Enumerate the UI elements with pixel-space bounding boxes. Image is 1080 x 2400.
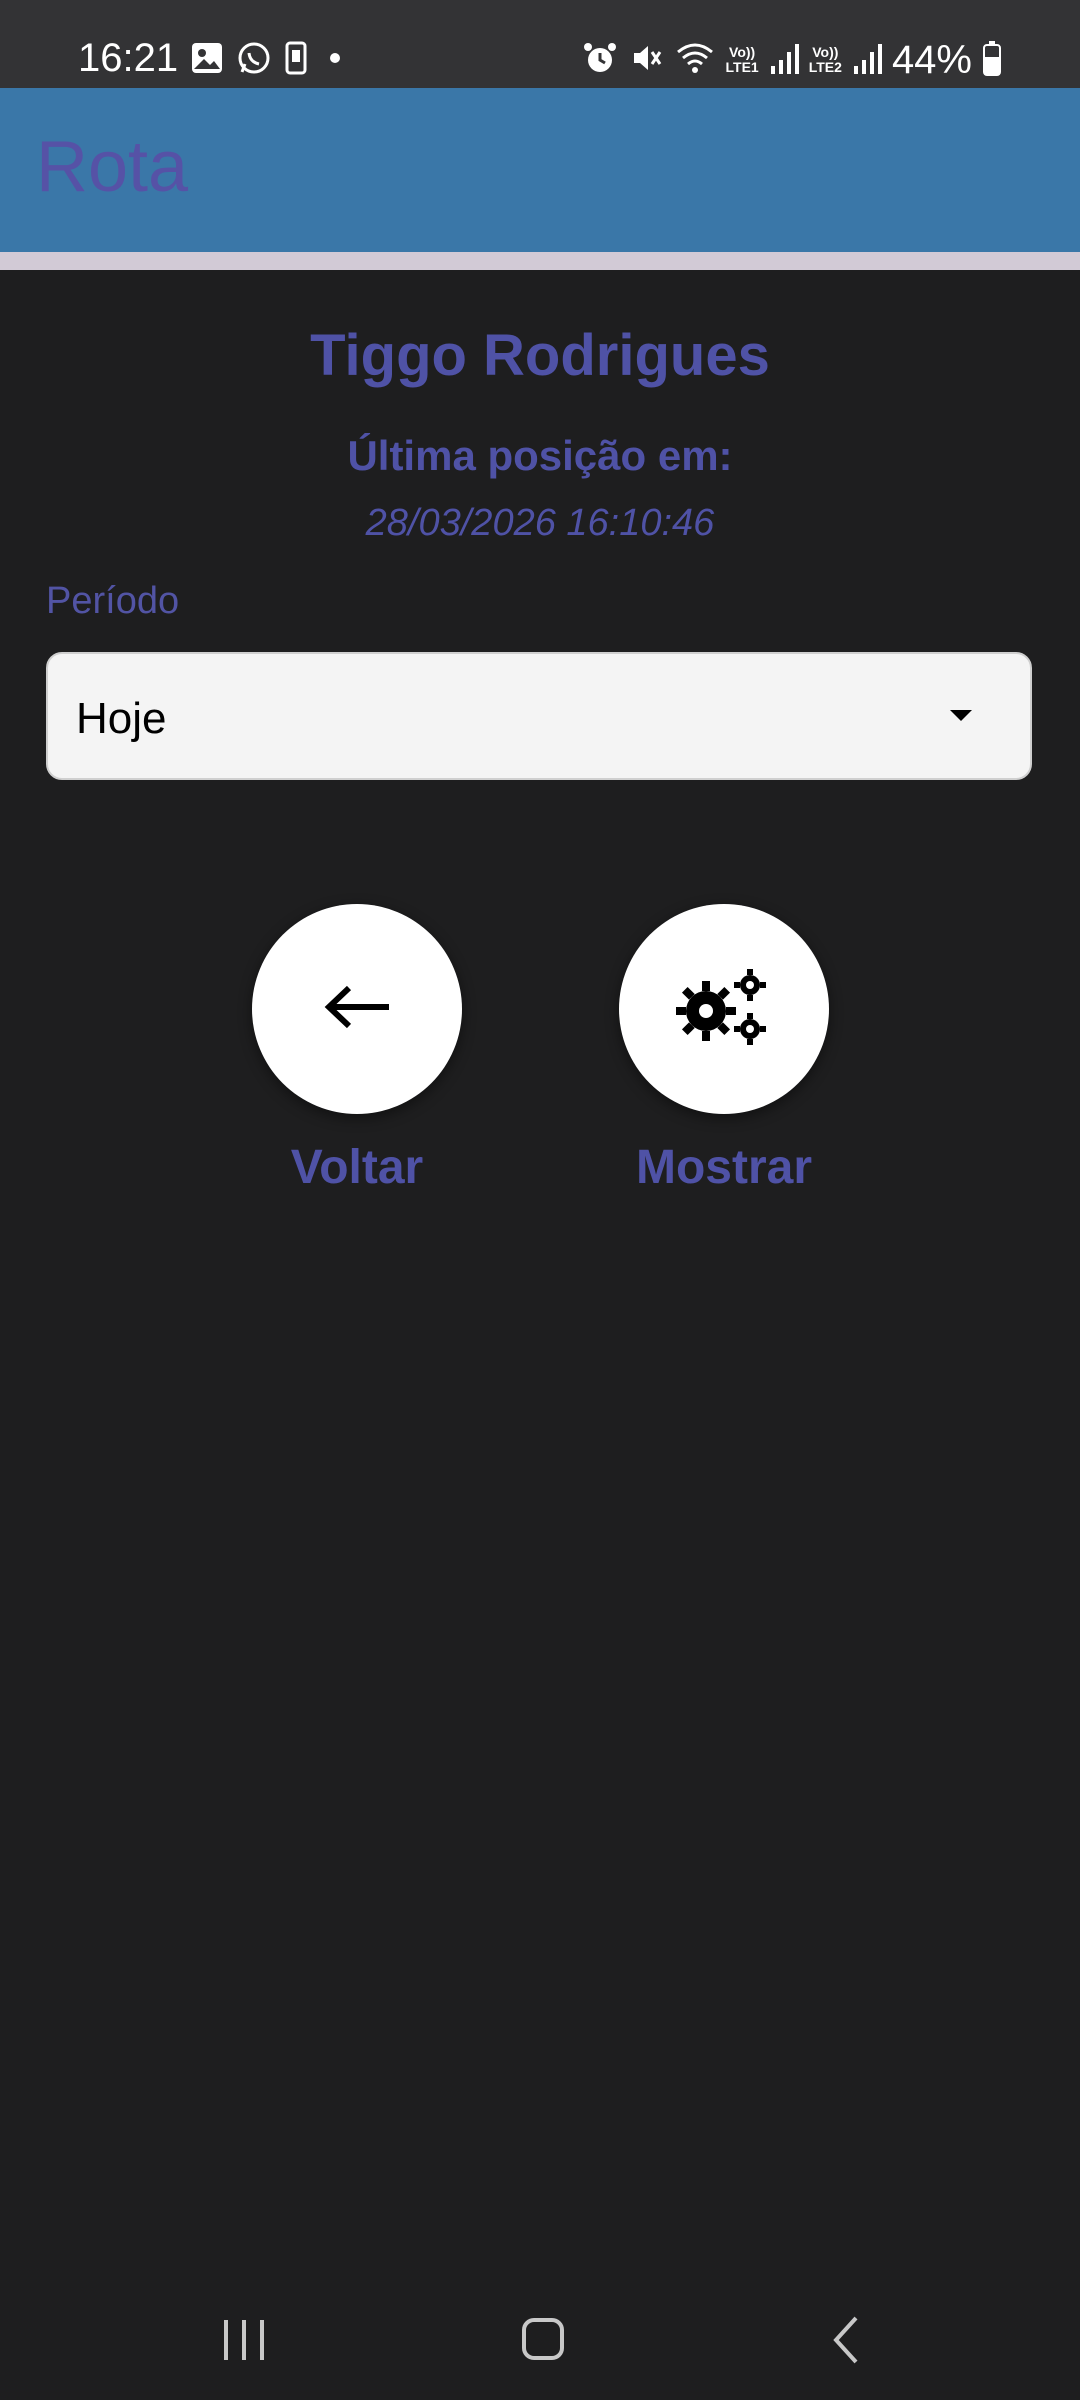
caret-down-icon [950, 710, 972, 721]
status-bar: 16:21 Vo)) LTE1 Vo)) LTE2 44% [0, 0, 1080, 88]
app-bar: Rota [0, 88, 1080, 252]
phone-icon [284, 40, 308, 81]
gallery-icon [190, 41, 224, 80]
last-position-time: 28/03/2026 16:10:46 [365, 502, 715, 544]
battery-icon [982, 40, 1002, 81]
back-button-label[interactable]: Voltar [207, 1140, 507, 1195]
mute-icon [628, 40, 664, 81]
app-bar-divider [0, 252, 1080, 270]
dot-icon [320, 43, 350, 78]
recent-apps-icon[interactable] [222, 2310, 266, 2375]
gears-icon [676, 967, 772, 1052]
sim2-network: Vo)) LTE2 [808, 44, 842, 75]
battery-percentage: 44% [891, 37, 972, 82]
show-button-label[interactable]: Mostrar [574, 1140, 874, 1195]
signal-icon [769, 40, 799, 81]
status-left-icons [190, 40, 350, 80]
period-select[interactable]: Hoje [46, 652, 1032, 780]
system-nav-bar [0, 2280, 1080, 2400]
last-position-label: Última posição em: [347, 432, 733, 479]
whatsapp-icon [236, 40, 272, 81]
period-select-value: Hoje [76, 694, 167, 743]
wifi-icon [674, 40, 716, 81]
status-right-icons: Vo)) LTE1 Vo)) LTE2 44% [582, 34, 1002, 86]
app-bar-title: Rota [36, 127, 189, 207]
sim1-network: Vo)) LTE1 [725, 44, 759, 75]
period-label: Período [46, 580, 180, 622]
back-nav-icon[interactable] [828, 2310, 864, 2375]
arrow-left-icon [321, 982, 393, 1037]
back-button[interactable] [252, 904, 462, 1114]
user-name: Tiggo Rodrigues [310, 323, 770, 388]
show-button[interactable] [619, 904, 829, 1114]
signal-icon [852, 40, 882, 81]
home-icon[interactable] [520, 2310, 566, 2375]
alarm-icon [582, 40, 618, 81]
status-time: 16:21 [78, 36, 179, 80]
